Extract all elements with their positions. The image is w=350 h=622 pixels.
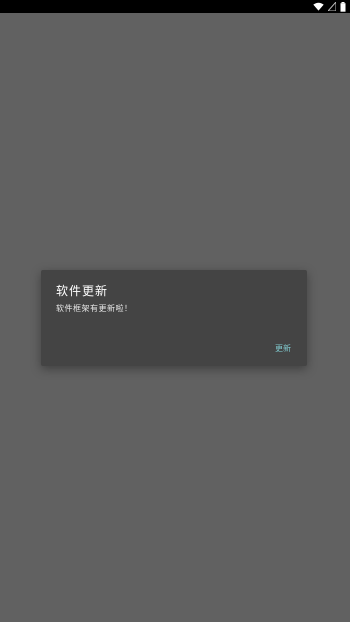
signal-icon xyxy=(328,2,336,11)
screen: 软件更新 软件框架有更新啦！ 更新 xyxy=(0,0,350,622)
status-bar xyxy=(0,0,350,13)
status-icons xyxy=(313,1,346,12)
dialog-title: 软件更新 xyxy=(56,284,109,298)
update-dialog: 软件更新 软件框架有更新啦！ 更新 xyxy=(41,270,307,366)
wifi-icon xyxy=(313,2,324,11)
battery-icon xyxy=(340,1,346,12)
dialog-message: 软件框架有更新啦！ xyxy=(56,304,133,313)
update-button[interactable]: 更新 xyxy=(275,343,291,354)
